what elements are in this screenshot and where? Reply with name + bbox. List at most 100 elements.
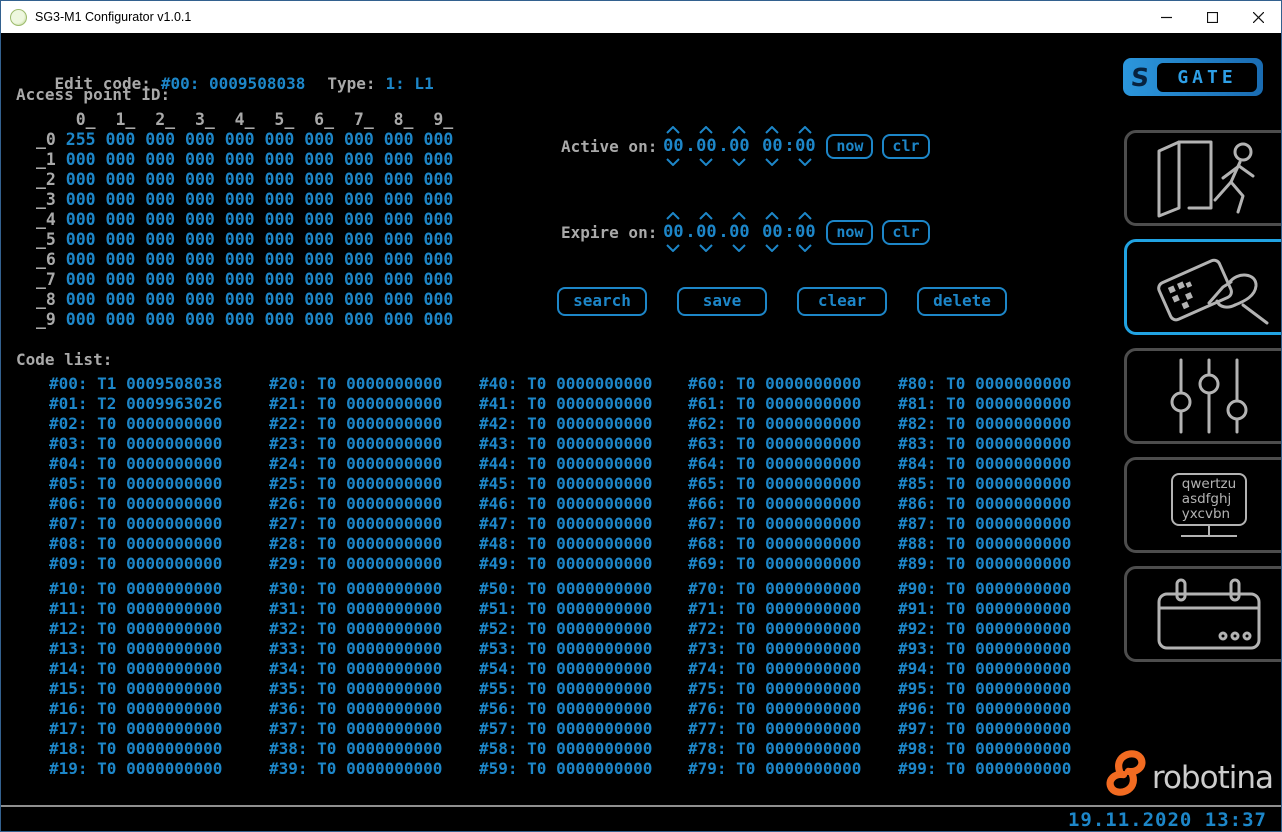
ap-cell-8-7[interactable]: 000 [334,290,374,309]
code-entry-56[interactable]: #56: T0 0000000000 [479,699,652,719]
datetime-value[interactable]: 00 [729,136,749,156]
ap-cell-6-1[interactable]: 000 [96,250,136,269]
ap-cell-5-3[interactable]: 000 [175,230,215,249]
code-entry-74[interactable]: #74: T0 0000000000 [688,659,861,679]
code-entry-69[interactable]: #69: T0 0000000000 [688,554,861,574]
ap-cell-0-7[interactable]: 000 [334,130,374,149]
ap-cell-2-0[interactable]: 000 [56,170,96,189]
ap-cell-2-4[interactable]: 000 [215,170,255,189]
datetime-value[interactable]: 00 [762,222,782,242]
ap-cell-3-5[interactable]: 000 [255,190,295,209]
code-entry-45[interactable]: #45: T0 0000000000 [479,474,652,494]
code-entry-64[interactable]: #64: T0 0000000000 [688,454,861,474]
code-entry-46[interactable]: #46: T0 0000000000 [479,494,652,514]
ap-cell-2-3[interactable]: 000 [175,170,215,189]
code-entry-52[interactable]: #52: T0 0000000000 [479,619,652,639]
code-entry-48[interactable]: #48: T0 0000000000 [479,534,652,554]
code-entry-32[interactable]: #32: T0 0000000000 [269,619,442,639]
datetime-value[interactable]: 00 [762,136,782,156]
spin-up-icon[interactable] [732,126,746,134]
spin-down-icon[interactable] [699,244,713,252]
ap-cell-3-6[interactable]: 000 [294,190,334,209]
code-entry-85[interactable]: #85: T0 0000000000 [898,474,1071,494]
datetime-value[interactable]: 00 [663,222,683,242]
code-entry-28[interactable]: #28: T0 0000000000 [269,534,442,554]
ap-cell-8-9[interactable]: 000 [414,290,454,309]
ap-cell-3-1[interactable]: 000 [96,190,136,209]
ap-cell-3-7[interactable]: 000 [334,190,374,209]
ap-cell-4-4[interactable]: 000 [215,210,255,229]
ap-cell-2-8[interactable]: 000 [374,170,414,189]
code-entry-97[interactable]: #97: T0 0000000000 [898,719,1071,739]
code-entry-00[interactable]: #00: T1 0009508038 [49,374,222,394]
code-entry-53[interactable]: #53: T0 0000000000 [479,639,652,659]
ap-cell-1-9[interactable]: 000 [414,150,454,169]
code-entry-24[interactable]: #24: T0 0000000000 [269,454,442,474]
code-entry-25[interactable]: #25: T0 0000000000 [269,474,442,494]
code-entry-08[interactable]: #08: T0 0000000000 [49,534,222,554]
expire-now-button[interactable]: now [826,220,873,245]
code-entry-72[interactable]: #72: T0 0000000000 [688,619,861,639]
ap-cell-4-7[interactable]: 000 [334,210,374,229]
code-entry-35[interactable]: #35: T0 0000000000 [269,679,442,699]
code-entry-18[interactable]: #18: T0 0000000000 [49,739,222,759]
ap-cell-4-1[interactable]: 000 [96,210,136,229]
code-entry-84[interactable]: #84: T0 0000000000 [898,454,1071,474]
code-entry-96[interactable]: #96: T0 0000000000 [898,699,1071,719]
code-entry-60[interactable]: #60: T0 0000000000 [688,374,861,394]
ap-cell-2-2[interactable]: 000 [135,170,175,189]
code-entry-14[interactable]: #14: T0 0000000000 [49,659,222,679]
code-entry-78[interactable]: #78: T0 0000000000 [688,739,861,759]
ap-cell-9-5[interactable]: 000 [255,310,295,329]
ap-cell-8-4[interactable]: 000 [215,290,255,309]
ap-cell-2-6[interactable]: 000 [294,170,334,189]
code-entry-89[interactable]: #89: T0 0000000000 [898,554,1071,574]
ap-cell-0-1[interactable]: 000 [96,130,136,149]
spin-down-icon[interactable] [699,158,713,166]
ap-cell-9-0[interactable]: 000 [56,310,96,329]
ap-cell-0-4[interactable]: 000 [215,130,255,149]
datetime-value[interactable]: 00 [795,222,815,242]
ap-cell-5-4[interactable]: 000 [215,230,255,249]
ap-cell-7-6[interactable]: 000 [294,270,334,289]
active-now-button[interactable]: now [826,134,873,159]
code-entry-49[interactable]: #49: T0 0000000000 [479,554,652,574]
code-entry-39[interactable]: #39: T0 0000000000 [269,759,442,779]
code-entry-70[interactable]: #70: T0 0000000000 [688,579,861,599]
spin-up-icon[interactable] [732,212,746,220]
ap-cell-3-0[interactable]: 000 [56,190,96,209]
spin-up-icon[interactable] [699,126,713,134]
ap-cell-8-5[interactable]: 000 [255,290,295,309]
ap-cell-6-8[interactable]: 000 [374,250,414,269]
code-entry-12[interactable]: #12: T0 0000000000 [49,619,222,639]
code-entry-42[interactable]: #42: T0 0000000000 [479,414,652,434]
code-entry-93[interactable]: #93: T0 0000000000 [898,639,1071,659]
code-entry-03[interactable]: #03: T0 0000000000 [49,434,222,454]
code-entry-92[interactable]: #92: T0 0000000000 [898,619,1071,639]
ap-cell-9-6[interactable]: 000 [294,310,334,329]
ap-cell-1-7[interactable]: 000 [334,150,374,169]
ap-cell-2-7[interactable]: 000 [334,170,374,189]
sidebar-door-access-button[interactable] [1124,130,1282,226]
code-entry-68[interactable]: #68: T0 0000000000 [688,534,861,554]
ap-cell-0-9[interactable]: 000 [414,130,454,149]
ap-cell-1-2[interactable]: 000 [135,150,175,169]
code-entry-73[interactable]: #73: T0 0000000000 [688,639,861,659]
code-entry-47[interactable]: #47: T0 0000000000 [479,514,652,534]
ap-cell-0-5[interactable]: 000 [255,130,295,149]
ap-cell-4-6[interactable]: 000 [294,210,334,229]
ap-cell-1-3[interactable]: 000 [175,150,215,169]
spin-up-icon[interactable] [798,212,812,220]
spin-up-icon[interactable] [699,212,713,220]
save-button[interactable]: save [677,287,767,316]
ap-cell-6-4[interactable]: 000 [215,250,255,269]
ap-cell-0-0[interactable]: 255 [56,130,96,149]
code-entry-91[interactable]: #91: T0 0000000000 [898,599,1071,619]
code-entry-58[interactable]: #58: T0 0000000000 [479,739,652,759]
datetime-value[interactable]: 00 [795,136,815,156]
ap-cell-7-7[interactable]: 000 [334,270,374,289]
code-entry-36[interactable]: #36: T0 0000000000 [269,699,442,719]
ap-cell-6-9[interactable]: 000 [414,250,454,269]
ap-cell-3-4[interactable]: 000 [215,190,255,209]
ap-cell-4-3[interactable]: 000 [175,210,215,229]
